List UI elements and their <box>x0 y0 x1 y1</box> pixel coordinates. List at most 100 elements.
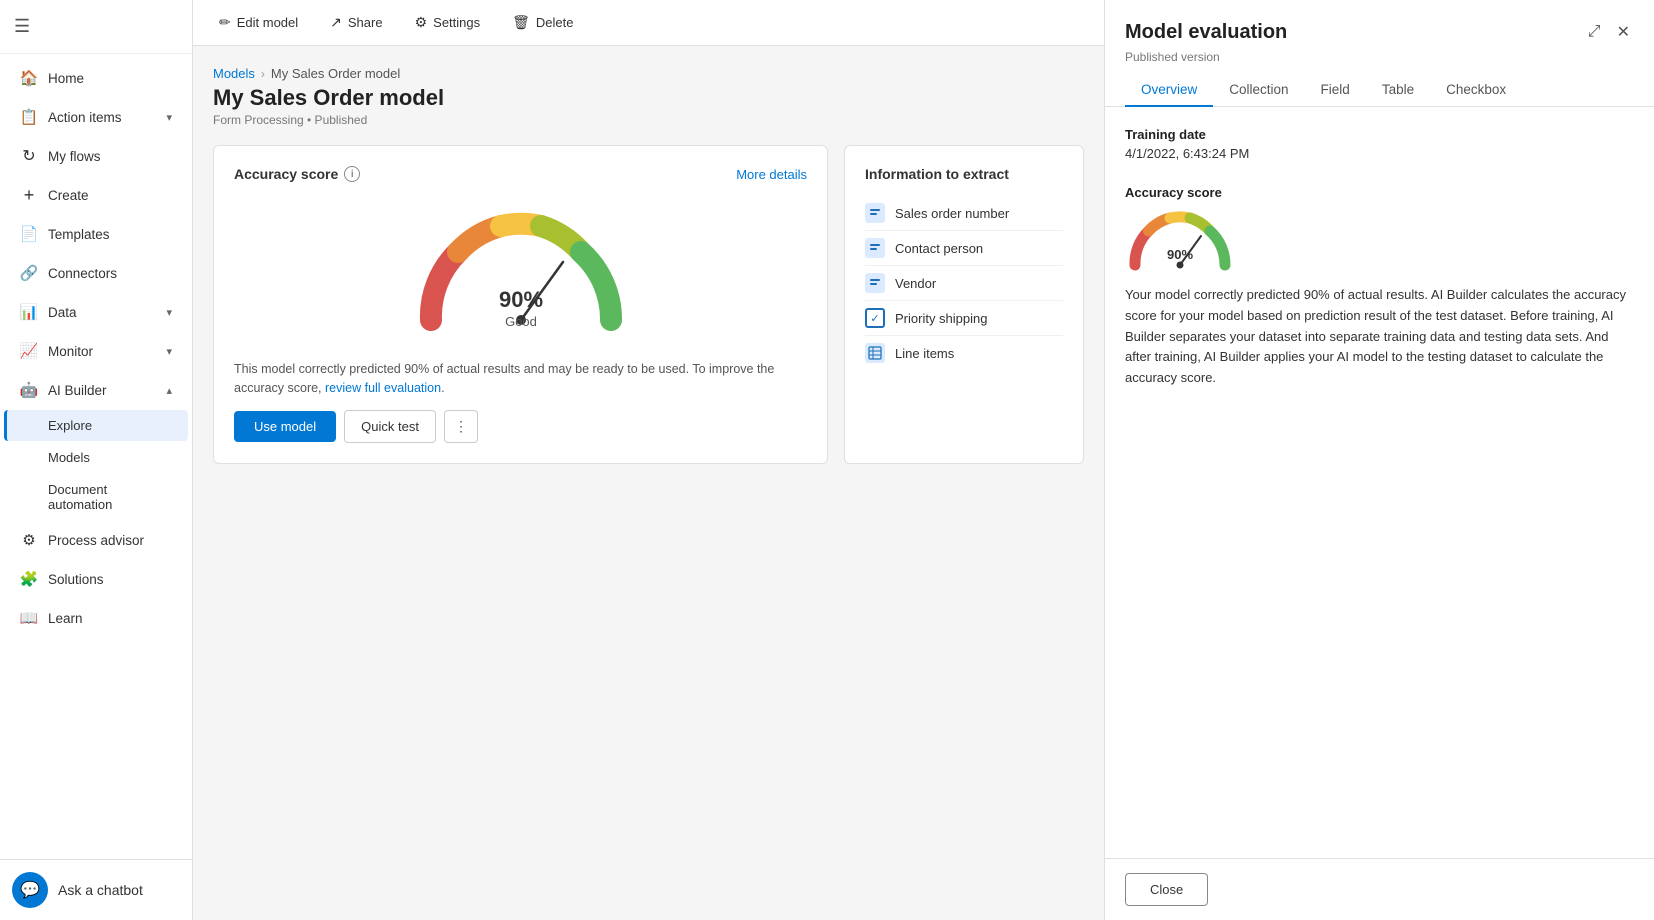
settings-icon: ⚙ <box>415 14 428 31</box>
panel-accuracy-description: Your model correctly predicted 90% of ac… <box>1125 285 1634 389</box>
accuracy-score-section: Accuracy score <box>1125 185 1634 389</box>
tab-field[interactable]: Field <box>1305 74 1366 107</box>
home-icon: 🏠 <box>20 69 38 87</box>
accuracy-description: This model correctly predicted 90% of ac… <box>234 360 807 398</box>
cards-row: Accuracy score i More details <box>213 145 1084 464</box>
sidebar-sub-item-label: Explore <box>48 418 92 433</box>
sidebar-item-process-advisor[interactable]: ⚙ Process advisor <box>4 521 188 559</box>
breadcrumb: Models › My Sales Order model <box>213 66 1084 81</box>
sidebar-item-label: Process advisor <box>48 533 144 548</box>
sidebar-item-label: Action items <box>48 110 122 125</box>
chevron-down-icon: ▾ <box>166 345 172 358</box>
use-model-button[interactable]: Use model <box>234 411 336 442</box>
action-items-icon: 📋 <box>20 108 38 126</box>
trash-icon: 🗑 <box>512 14 530 31</box>
list-item: Contact person <box>865 231 1063 266</box>
panel-body: Training date 4/1/2022, 6:43:24 PM Accur… <box>1105 107 1654 858</box>
tab-overview[interactable]: Overview <box>1125 74 1213 107</box>
expand-panel-button[interactable]: ⤢ <box>1584 19 1605 45</box>
sidebar-item-label: Solutions <box>48 572 104 587</box>
tab-collection[interactable]: Collection <box>1213 74 1304 107</box>
training-date-value: 4/1/2022, 6:43:24 PM <box>1125 146 1634 161</box>
more-details-link[interactable]: More details <box>736 167 807 182</box>
panel-footer: Close <box>1105 858 1654 920</box>
solutions-icon: 🧩 <box>20 570 38 588</box>
sidebar-item-label: My flows <box>48 149 101 164</box>
tab-table[interactable]: Table <box>1366 74 1430 107</box>
sidebar-item-ai-builder[interactable]: 🤖 AI Builder ▴ <box>4 371 188 409</box>
chevron-down-icon: ▴ <box>166 384 172 397</box>
info-to-extract-card: Information to extract Sales order numbe… <box>844 145 1084 464</box>
edit-model-button[interactable]: ✏ Edit model <box>213 10 304 35</box>
panel-gauge-chart: 90% <box>1125 210 1235 275</box>
sidebar-item-label: Create <box>48 188 89 203</box>
close-icon: ✕ <box>1617 24 1630 41</box>
sidebar-sub-item-models[interactable]: Models <box>4 442 188 473</box>
action-buttons: Use model Quick test ⋮ <box>234 410 807 443</box>
toolbar: ✏ Edit model ↗ Share ⚙ Settings 🗑 Delete <box>193 0 1104 46</box>
close-button[interactable]: Close <box>1125 873 1208 906</box>
quick-test-button[interactable]: Quick test <box>344 410 436 443</box>
gauge-chart: 90% Good <box>411 210 631 340</box>
chatbot-label[interactable]: Ask a chatbot <box>58 882 143 898</box>
sidebar-item-learn[interactable]: 📖 Learn <box>4 599 188 637</box>
table-icon <box>865 343 885 363</box>
chatbot-button[interactable]: 💬 <box>12 872 48 908</box>
panel-tabs: Overview Collection Field Table Checkbox <box>1125 74 1634 106</box>
sidebar-item-label: Monitor <box>48 344 93 359</box>
sidebar-item-home[interactable]: 🏠 Home <box>4 59 188 97</box>
right-panel: Model evaluation ⤢ ✕ Published version O… <box>1104 0 1654 920</box>
accuracy-score-label: Accuracy score <box>1125 185 1634 200</box>
panel-actions: ⤢ ✕ <box>1584 18 1634 46</box>
sidebar-item-create[interactable]: + Create <box>4 176 188 214</box>
review-evaluation-link[interactable]: review full evaluation <box>325 381 441 395</box>
list-item: Line items <box>865 336 1063 370</box>
training-date-label: Training date <box>1125 127 1634 142</box>
tab-checkbox[interactable]: Checkbox <box>1430 74 1522 107</box>
hamburger-icon[interactable]: ☰ <box>10 12 182 41</box>
sidebar-item-solutions[interactable]: 🧩 Solutions <box>4 560 188 598</box>
ai-builder-icon: 🤖 <box>20 381 38 399</box>
sidebar-sub-item-label: Models <box>48 450 90 465</box>
list-item: Vendor <box>865 266 1063 301</box>
close-panel-button[interactable]: ✕ <box>1613 18 1634 46</box>
sidebar-item-monitor[interactable]: 📈 Monitor ▾ <box>4 332 188 370</box>
breadcrumb-parent[interactable]: Models <box>213 66 255 81</box>
field-icon <box>865 203 885 223</box>
field-icon <box>865 238 885 258</box>
main-content: ✏ Edit model ↗ Share ⚙ Settings 🗑 Delete… <box>193 0 1104 920</box>
sidebar-nav: 🏠 Home 📋 Action items ▾ ↻ My flows + Cre… <box>0 54 192 859</box>
sidebar-bottom: 💬 Ask a chatbot <box>0 859 192 920</box>
sidebar-item-data[interactable]: 📊 Data ▾ <box>4 293 188 331</box>
sidebar-sub-item-explore[interactable]: Explore <box>4 410 188 441</box>
sidebar-item-label: Templates <box>48 227 110 242</box>
settings-button[interactable]: ⚙ Settings <box>409 10 487 35</box>
share-button[interactable]: ↗ Share <box>324 10 388 35</box>
sidebar-item-connectors[interactable]: 🔗 Connectors <box>4 254 188 292</box>
svg-text:90%: 90% <box>498 287 542 312</box>
more-options-button[interactable]: ⋮ <box>444 410 478 443</box>
list-item: ✓ Priority shipping <box>865 301 1063 336</box>
sidebar-item-templates[interactable]: 📄 Templates <box>4 215 188 253</box>
gauge-container: 90% Good <box>234 194 807 348</box>
panel-header: Model evaluation ⤢ ✕ Published version O… <box>1105 0 1654 107</box>
sidebar-item-action-items[interactable]: 📋 Action items ▾ <box>4 98 188 136</box>
info-icon[interactable]: i <box>344 166 360 182</box>
svg-text:Good: Good <box>505 314 537 329</box>
card-title: Accuracy score i <box>234 166 360 182</box>
breadcrumb-current: My Sales Order model <box>271 66 400 81</box>
sidebar-item-label: AI Builder <box>48 383 107 398</box>
sidebar-sub-item-label: Document automation <box>48 482 172 512</box>
sidebar-item-my-flows[interactable]: ↻ My flows <box>4 137 188 175</box>
delete-button[interactable]: 🗑 Delete <box>506 10 579 35</box>
chevron-down-icon: ▾ <box>166 111 172 124</box>
accuracy-card: Accuracy score i More details <box>213 145 828 464</box>
my-flows-icon: ↻ <box>20 147 38 165</box>
panel-title-row: Model evaluation ⤢ ✕ <box>1125 18 1634 46</box>
sidebar-sub-item-document-automation[interactable]: Document automation <box>4 474 188 520</box>
sidebar-item-label: Home <box>48 71 84 86</box>
expand-icon: ⤢ <box>1588 23 1601 40</box>
info-card-title: Information to extract <box>865 166 1063 182</box>
checkbox-icon: ✓ <box>865 308 885 328</box>
training-date-section: Training date 4/1/2022, 6:43:24 PM <box>1125 127 1634 161</box>
